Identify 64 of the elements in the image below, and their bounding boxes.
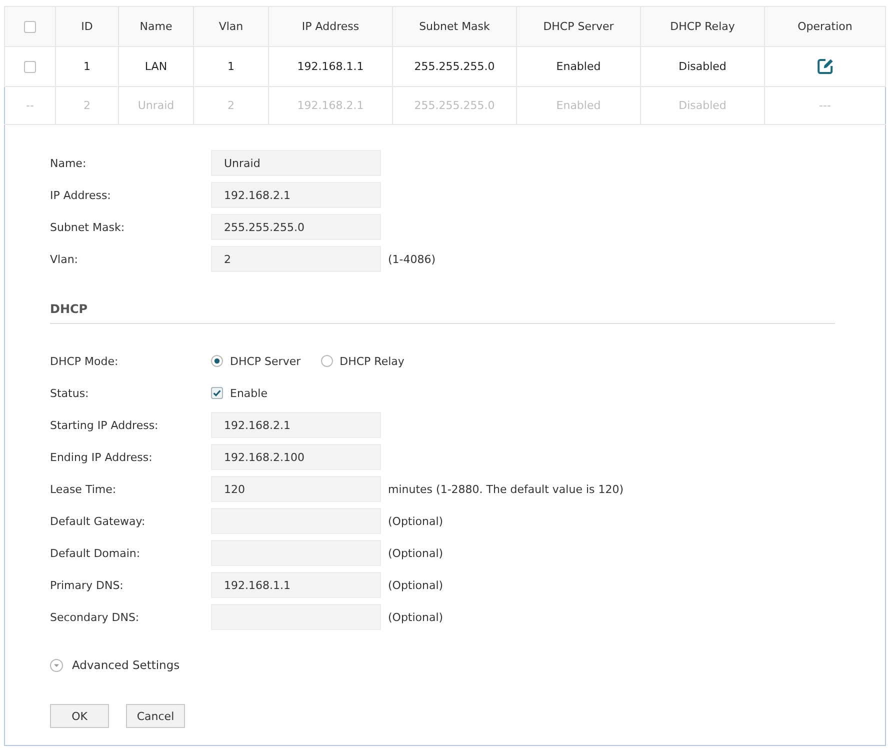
input-field[interactable]: 192.168.2.1 xyxy=(211,182,381,208)
input-field[interactable]: 2 xyxy=(211,246,381,272)
field-hint: (Optional) xyxy=(388,546,444,560)
table-cell: 255.255.255.0 xyxy=(414,99,495,112)
checkbox[interactable] xyxy=(24,60,36,73)
input-field[interactable]: 120 xyxy=(211,476,381,502)
field-hint: (Optional) xyxy=(388,578,444,592)
table-cell: --- xyxy=(819,99,831,112)
input-field[interactable]: 192.168.2.100 xyxy=(211,444,381,470)
field-label: DHCP Mode: xyxy=(50,354,120,368)
radio-label[interactable]: DHCP Relay xyxy=(340,354,404,368)
column-header: Operation xyxy=(798,20,852,33)
column-header: DHCP Relay xyxy=(670,20,735,33)
radio-label[interactable]: DHCP Server xyxy=(230,354,301,368)
field-label: Primary DNS: xyxy=(50,578,124,592)
field-label: Name: xyxy=(50,156,88,170)
field-hint: (Optional) xyxy=(388,610,444,624)
field-label: Secondary DNS: xyxy=(50,610,140,624)
table-cell: Unraid xyxy=(138,99,174,112)
input-field[interactable]: Unraid xyxy=(211,150,381,176)
table-cell: Enabled xyxy=(556,99,601,112)
input-field[interactable]: 192.168.2.1 xyxy=(211,412,381,438)
field-label: Ending IP Address: xyxy=(50,450,154,464)
table-cell: -- xyxy=(26,99,34,112)
column-header: IP Address xyxy=(302,20,360,33)
radio-button[interactable] xyxy=(211,355,223,367)
column-header: Name xyxy=(140,20,172,33)
field-label: Default Gateway: xyxy=(50,514,146,528)
field-label: IP Address: xyxy=(50,188,112,202)
table-cell: 2 xyxy=(228,99,234,112)
column-header: DHCP Server xyxy=(543,20,614,33)
field-label: Default Domain: xyxy=(50,546,142,560)
field-label: Starting IP Address: xyxy=(50,418,160,432)
table-cell: 1 xyxy=(84,60,90,73)
radio-button[interactable] xyxy=(320,355,333,367)
table-cell: 255.255.255.0 xyxy=(414,60,495,73)
field-hint: minutes (1-2880. The default value is 120) xyxy=(388,482,624,496)
checkbox[interactable] xyxy=(24,20,36,33)
field-label: Subnet Mask: xyxy=(50,220,126,234)
table-cell: 2 xyxy=(84,99,90,112)
input-field[interactable]: 255.255.255.0 xyxy=(211,214,381,240)
field-label: Status: xyxy=(50,386,90,400)
input-field[interactable]: 192.168.1.1 xyxy=(211,572,381,598)
table-cell: 1 xyxy=(228,60,234,73)
checkbox[interactable] xyxy=(211,387,223,399)
cancel-button[interactable]: Cancel xyxy=(126,704,185,728)
column-header: Vlan xyxy=(218,20,244,33)
edit-icon[interactable] xyxy=(816,58,834,75)
table-cell: Enabled xyxy=(556,60,601,73)
section-title: DHCP xyxy=(50,302,88,316)
field-hint: (Optional) xyxy=(388,514,444,528)
column-header: ID xyxy=(81,20,93,33)
field-label: Vlan: xyxy=(50,252,79,266)
field-label: Lease Time: xyxy=(50,482,118,496)
table-cell: 192.168.1.1 xyxy=(297,60,364,73)
field-hint: (1-4086) xyxy=(388,252,436,266)
table-cell: 192.168.2.1 xyxy=(297,99,364,112)
table-cell: Disabled xyxy=(678,99,726,112)
column-header: Subnet Mask xyxy=(419,20,490,33)
advanced-settings-toggle[interactable]: Advanced Settings xyxy=(50,658,180,672)
checkbox-label[interactable]: Enable xyxy=(230,386,268,400)
table-cell: LAN xyxy=(144,60,168,73)
ok-button[interactable]: OK xyxy=(50,704,109,728)
table-cell: Disabled xyxy=(678,60,726,73)
